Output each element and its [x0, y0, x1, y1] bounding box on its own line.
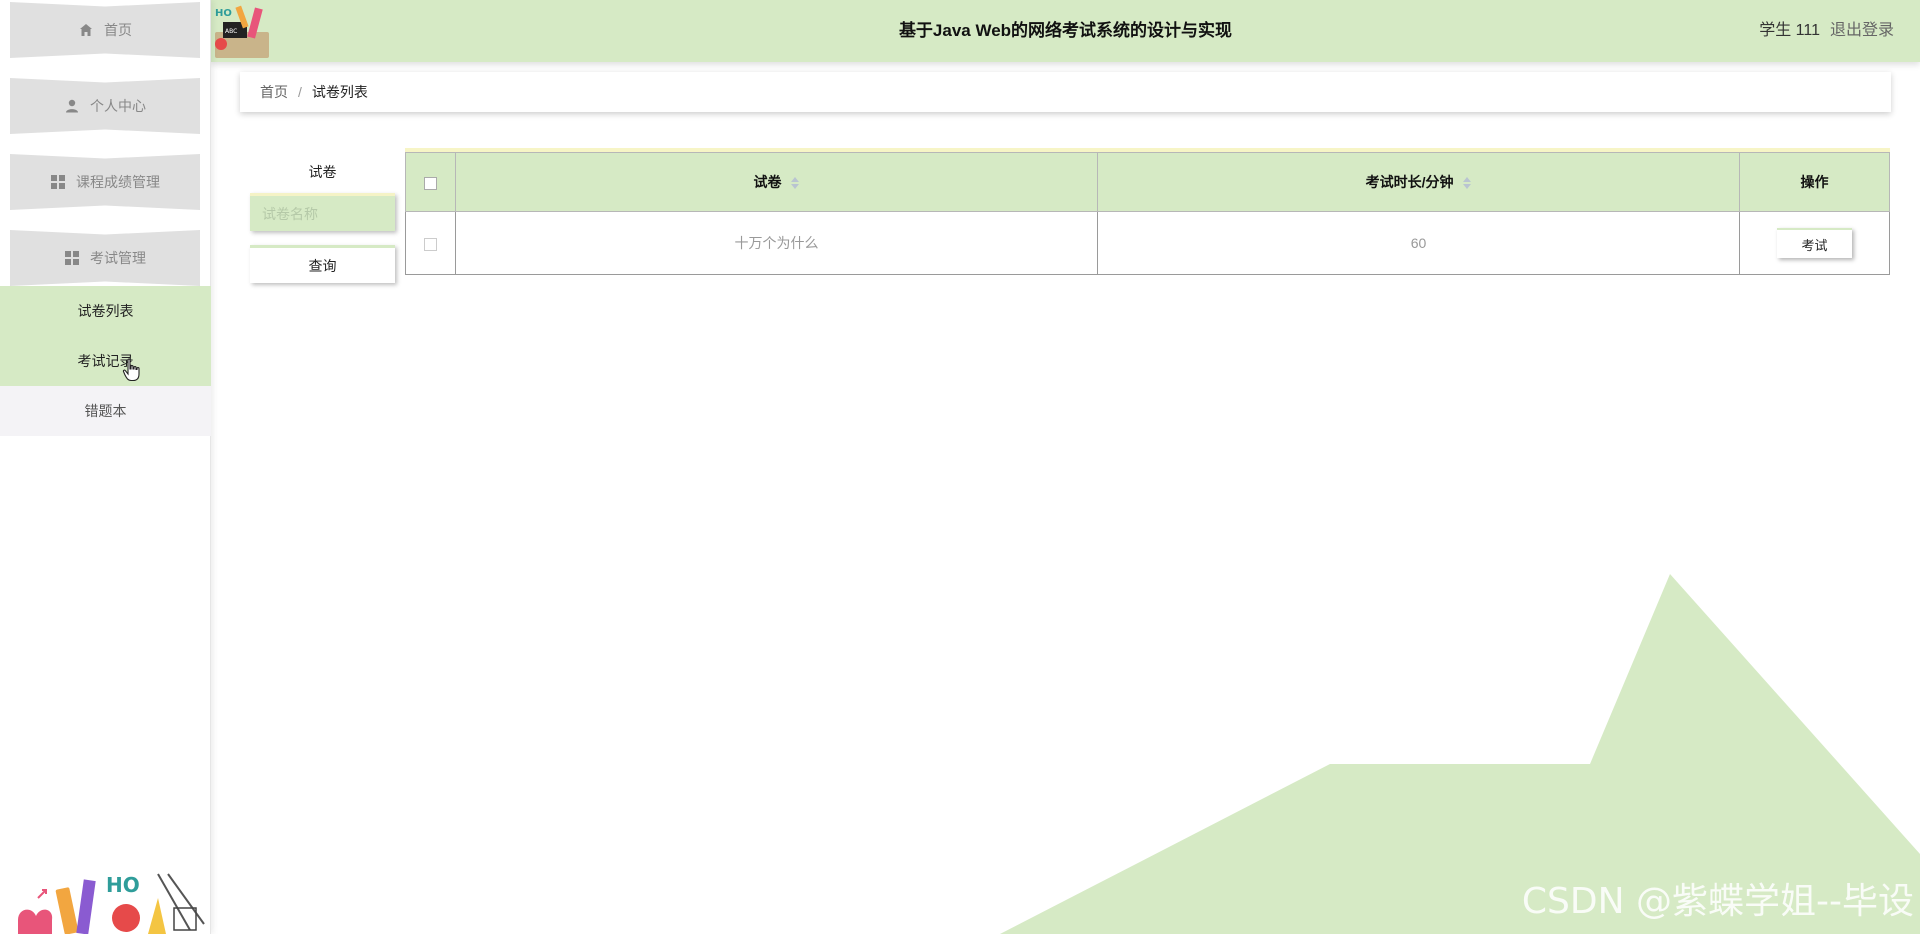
table-header-row: 试卷 考试时长/分钟 操作 [405, 152, 1890, 212]
action-cell: 考试 [1739, 211, 1890, 275]
header: ABC HO 基于Java Web的网络考试系统的设计与实现 学生 111 退出登… [211, 0, 1920, 62]
start-exam-button[interactable]: 考试 [1777, 228, 1852, 258]
user-info: 学生 111 退出登录 [1759, 0, 1894, 62]
watermark: CSDN @紫蝶学姐--毕设 [1521, 881, 1914, 922]
grid-icon [50, 174, 66, 190]
sidebar-item-profile[interactable]: 个人中心 [10, 78, 200, 134]
sort-icon [1463, 177, 1472, 190]
row-checkbox-cell [405, 211, 456, 275]
column-header-label: 操作 [1800, 174, 1829, 190]
paper-name-cell: 十万个为什么 [455, 211, 1098, 275]
column-header-label: 考试时长/分钟 [1365, 174, 1454, 190]
home-icon [78, 22, 94, 38]
breadcrumb-current: 试卷列表 [311, 84, 368, 100]
column-header-duration[interactable]: 考试时长/分钟 [1097, 152, 1740, 212]
sidebar: 首页 个人中心 课程成绩管理 考试管理 试卷列表 考试记录 错题本 HO [0, 0, 211, 934]
sidebar-item-home[interactable]: 首页 [10, 2, 200, 58]
duration-cell: 60 [1097, 211, 1740, 275]
svg-text:HO: HO [106, 873, 140, 897]
logout-link[interactable]: 退出登录 [1830, 22, 1894, 39]
user-icon [64, 98, 80, 114]
column-header-paper[interactable]: 试卷 [455, 152, 1098, 212]
sidebar-subitem-label: 错题本 [84, 403, 127, 419]
row-checkbox[interactable] [424, 237, 437, 251]
table-row: 十万个为什么 60 考试 [405, 211, 1890, 275]
hand-cursor-icon [122, 358, 140, 382]
search-button[interactable]: 查询 [250, 245, 395, 283]
sidebar-subitem-paper-list[interactable]: 试卷列表 [0, 286, 211, 336]
page-title: 基于Java Web的网络考试系统的设计与实现 [898, 21, 1233, 40]
sidebar-subitem-label: 试卷列表 [77, 303, 134, 319]
sort-icon [791, 177, 800, 190]
column-header-action: 操作 [1739, 152, 1890, 212]
breadcrumb: 首页 / 试卷列表 [240, 72, 1891, 112]
paper-table: 试卷 考试时长/分钟 操作 十万个为什么 60 考试 [405, 148, 1890, 275]
search-label: 试卷 [308, 164, 337, 180]
breadcrumb-separator: / [298, 84, 302, 100]
sidebar-item-label: 个人中心 [90, 98, 146, 114]
select-all-checkbox[interactable] [424, 176, 437, 190]
sidebar-item-label: 首页 [104, 22, 132, 38]
breadcrumb-home[interactable]: 首页 [260, 82, 288, 102]
sidebar-decoration-logo: HO [18, 873, 205, 934]
sidebar-item-exam-management[interactable]: 考试管理 [10, 230, 200, 286]
sidebar-subitem-exam-records[interactable]: 考试记录 [0, 336, 211, 386]
sidebar-item-label: 课程成绩管理 [76, 174, 160, 190]
paper-name-search-input[interactable] [250, 193, 395, 231]
sidebar-subitem-wrong-questions[interactable]: 错题本 [0, 386, 211, 436]
username: 学生 111 [1759, 22, 1820, 39]
sidebar-item-label: 考试管理 [90, 250, 146, 266]
column-header-label: 试卷 [753, 174, 782, 190]
select-all-cell [405, 152, 456, 212]
sidebar-item-course-grades[interactable]: 课程成绩管理 [10, 154, 200, 210]
grid-icon [64, 250, 80, 266]
